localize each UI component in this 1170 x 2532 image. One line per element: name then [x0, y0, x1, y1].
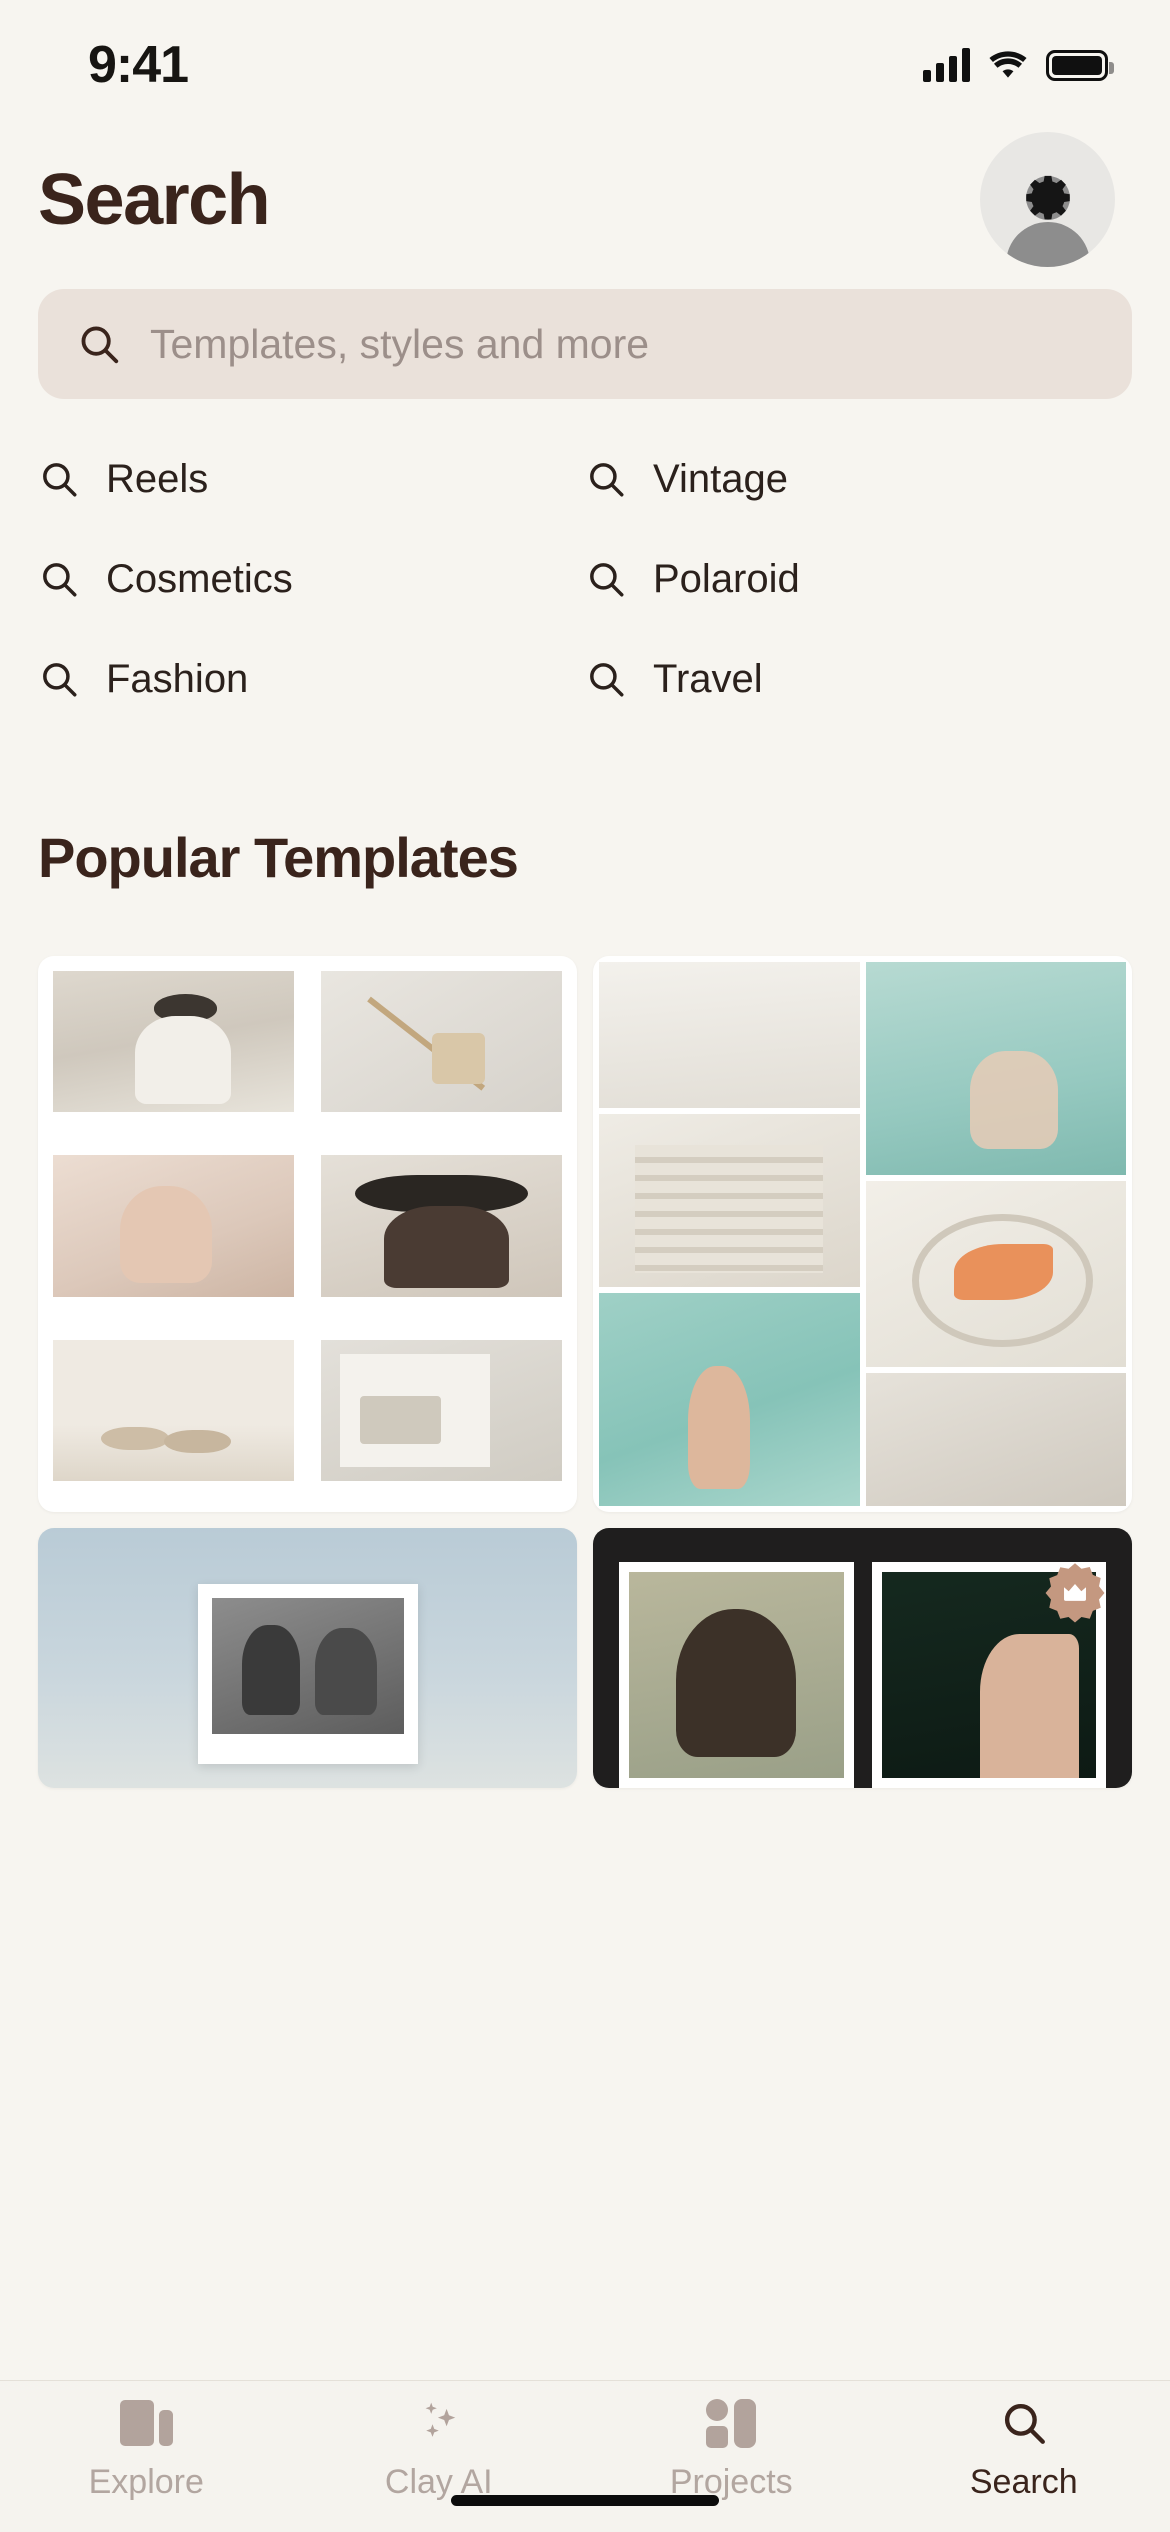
collage-frame — [43, 1145, 304, 1323]
sparkles-icon — [425, 2402, 455, 2437]
tab-label: Explore — [88, 2463, 204, 2501]
crown-badge-icon — [1045, 1563, 1105, 1623]
tab-explore[interactable]: Explore — [0, 2397, 293, 2502]
suggestion-travel[interactable]: Travel — [585, 629, 1132, 729]
suggestion-cosmetics[interactable]: Cosmetics — [38, 529, 585, 629]
suggestion-fashion[interactable]: Fashion — [38, 629, 585, 729]
search-icon — [43, 463, 77, 497]
profile-avatar[interactable] — [980, 132, 1115, 267]
search-icon — [590, 663, 624, 697]
collage-frame — [43, 961, 304, 1139]
battery-icon — [1046, 49, 1114, 81]
suggestion-label: Cosmetics — [106, 556, 293, 601]
collage-frame — [311, 961, 572, 1139]
page-header: Search — [0, 120, 1170, 267]
gear-icon[interactable] — [1019, 168, 1077, 226]
suggestion-vintage[interactable]: Vintage — [585, 429, 1132, 529]
collage-frame — [311, 1145, 572, 1323]
photo-frame — [197, 1583, 418, 1764]
wifi-icon — [989, 51, 1027, 78]
home-indicator — [451, 2495, 719, 2506]
status-time: 9:41 — [88, 36, 189, 94]
suggestion-label: Travel — [653, 656, 763, 701]
collage-frame — [311, 1329, 572, 1507]
search-icon — [1004, 2403, 1045, 2444]
suggestion-label: Fashion — [106, 656, 249, 701]
search-section — [0, 267, 1170, 399]
frame-slot — [619, 1562, 854, 1788]
status-icons — [923, 38, 1114, 82]
template-card-polaroid-collage[interactable] — [38, 956, 577, 1512]
tab-search[interactable]: Search — [878, 2397, 1170, 2502]
suggestion-label: Reels — [106, 456, 209, 501]
collage-frame — [43, 1329, 304, 1507]
bottom-tab-bar: Explore Clay AI Projects Search — [0, 2380, 1170, 2532]
page-title: Search — [38, 159, 271, 240]
layout-icon — [706, 2398, 757, 2448]
cards-icon — [119, 2400, 173, 2446]
tab-projects[interactable]: Projects — [585, 2397, 878, 2502]
search-input[interactable] — [150, 320, 1094, 368]
search-icon — [43, 563, 77, 597]
suggestion-polaroid[interactable]: Polaroid — [585, 529, 1132, 629]
tab-label: Search — [969, 2463, 1078, 2501]
template-card-sky-photo-frame[interactable] — [38, 1528, 577, 1788]
template-card-dark-duo-frame[interactable] — [593, 1528, 1132, 1788]
search-icon — [590, 563, 624, 597]
template-card-film-strip-collage[interactable] — [593, 956, 1132, 1512]
search-bar[interactable] — [38, 289, 1132, 399]
popular-templates-title: Popular Templates — [38, 826, 519, 889]
search-icon — [590, 463, 624, 497]
search-icon — [81, 326, 119, 364]
signal-bars-icon — [923, 48, 970, 82]
suggestion-label: Polaroid — [653, 556, 800, 601]
suggestion-reels[interactable]: Reels — [38, 429, 585, 529]
avatar-body — [1005, 222, 1090, 267]
collage-column — [865, 962, 1126, 1506]
suggestion-label: Vintage — [653, 456, 788, 501]
search-suggestions: Reels Vintage Cosmetics Polaroid Fashion — [0, 399, 1170, 729]
collage-column — [599, 962, 860, 1506]
tab-clay-ai[interactable]: Clay AI — [293, 2397, 586, 2502]
search-icon — [43, 663, 77, 697]
template-grid — [0, 890, 1170, 1788]
status-bar: 9:41 — [0, 0, 1170, 120]
